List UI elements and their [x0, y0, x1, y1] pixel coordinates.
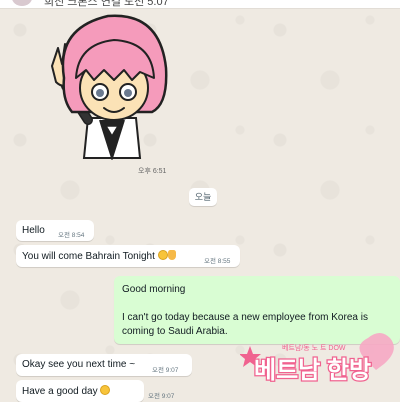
message-text-wrapper: Have a good day: [22, 385, 111, 397]
smiling-face-icon: [100, 385, 111, 395]
message-bubble-incoming[interactable]: Okay see you next time ~ 오전 9:07: [16, 354, 192, 376]
watermark-subtitle: 베트남/동 노 트 DOW: [282, 343, 346, 352]
contact-avatar[interactable]: [12, 0, 32, 6]
message-timestamp: 오전 8:55: [204, 258, 231, 265]
message-text: coming to Saudi Arabia.: [122, 326, 228, 337]
message-timestamp: 오전 9:07: [152, 367, 179, 374]
hand-icon: [167, 250, 176, 260]
watermark-logo: 베트남/동 노 트 DOW 베트남 한방: [239, 330, 400, 390]
message-text: I can't go today because a new employee …: [122, 312, 368, 323]
message-timestamp: 오전 9:07: [148, 393, 175, 400]
message-text-wrapper: You will come Bahrain Tonight: [22, 250, 176, 262]
girl-waving-sticker-icon: [51, 14, 168, 162]
message-text: Good morning: [122, 284, 186, 295]
date-divider: 오늘: [189, 188, 217, 206]
message-text: Hello: [22, 225, 45, 236]
smiling-face-icon: [157, 250, 168, 260]
message-text: Have a good day: [22, 386, 98, 397]
message-text: You will come Bahrain Tonight: [22, 251, 155, 262]
message-bubble-incoming[interactable]: Hello 오전 8:54: [16, 220, 94, 241]
watermark-title: 베트남 한방: [254, 357, 371, 384]
sticker-message[interactable]: [48, 8, 176, 162]
message-bubble-incoming[interactable]: Have a good day 오전 9:07: [16, 380, 174, 402]
sticker-timestamp: 오후 6:51: [138, 168, 167, 175]
message-timestamp: 오전 8:54: [58, 232, 85, 239]
message-bubble-incoming[interactable]: You will come Bahrain Tonight 오전 8:55: [16, 245, 240, 267]
message-text: Okay see you next time ~: [22, 359, 136, 370]
watermark-logo-icon: 베트남/동 노 트 DOW 베트남 한방: [239, 333, 394, 385]
